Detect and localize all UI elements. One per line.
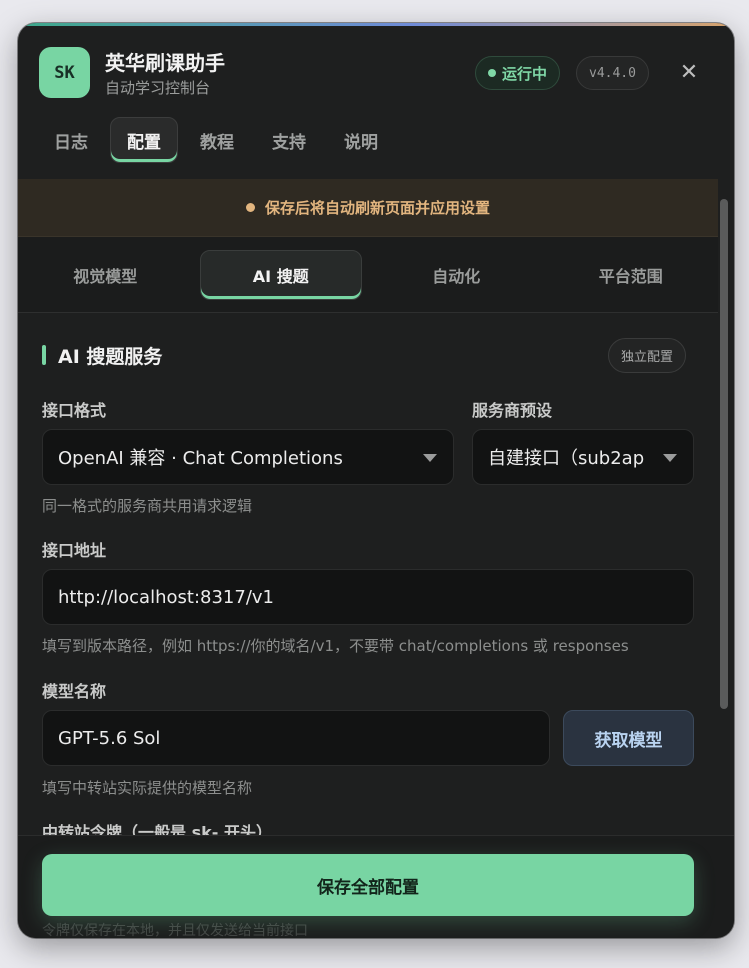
app-logo: SK [39, 47, 90, 98]
status-dot-icon [488, 69, 496, 77]
model-input-value: GPT-5.6 Sol [58, 727, 161, 749]
app-title: 英华刷课助手 [105, 51, 225, 75]
format-select[interactable]: OpenAI 兼容 · Chat Completions [42, 429, 454, 485]
save-notice: 保存后将自动刷新页面并应用设置 [18, 179, 718, 237]
model-input[interactable]: GPT-5.6 Sol [42, 710, 550, 766]
close-icon[interactable]: ✕ [677, 61, 701, 85]
footer-bar: 令牌仅保存在本地，并且仅发送给当前接口 保存全部配置 [18, 835, 734, 938]
accent-line [18, 23, 734, 26]
version-badge: v4.4.0 [576, 56, 649, 90]
assistant-panel: SK 英华刷课助手 自动学习控制台 运行中 v4.4.0 ✕ 日志 配置 教程 … [18, 23, 734, 938]
tab-support[interactable]: 支持 [256, 117, 322, 163]
tab-tutorial[interactable]: 教程 [184, 117, 250, 163]
main-tabs: 日志 配置 教程 支持 说明 [38, 117, 394, 163]
tab-log[interactable]: 日志 [38, 117, 104, 163]
format-label: 接口格式 [42, 401, 107, 420]
tab-config[interactable]: 配置 [110, 117, 178, 163]
config-scroll-area[interactable]: 保存后将自动刷新页面并应用设置 视觉模型 AI 搜题 自动化 平台范围 AI 搜… [18, 179, 718, 835]
notice-dot-icon [245, 203, 255, 212]
independent-config-button[interactable]: 独立配置 [608, 338, 687, 373]
notice-text: 保存后将自动刷新页面并应用设置 [264, 199, 490, 217]
section-accent-bar [42, 345, 46, 365]
ai-search-form: 接口格式 服务商预设 OpenAI 兼容 · Chat Completions … [18, 397, 718, 835]
subtab-automation[interactable]: 自动化 [376, 250, 537, 300]
status-badge: 运行中 [475, 56, 561, 90]
subtab-platform-scope[interactable]: 平台范围 [551, 250, 712, 300]
fetch-models-button[interactable]: 获取模型 [563, 710, 694, 766]
scrollbar-thumb[interactable] [720, 199, 728, 709]
endpoint-input-value: http://localhost:8317/v1 [58, 586, 274, 608]
provider-label: 服务商预设 [472, 401, 553, 420]
chevron-down-icon [423, 454, 437, 462]
app-subtitle: 自动学习控制台 [105, 79, 211, 97]
model-hint: 填写中转站实际提供的模型名称 [42, 779, 253, 797]
endpoint-hint: 填写到版本路径，例如 https://你的域名/v1，不要带 chat/comp… [42, 637, 629, 655]
config-subtabs: 视觉模型 AI 搜题 自动化 平台范围 [18, 237, 718, 313]
subtab-ai-search[interactable]: AI 搜题 [199, 249, 362, 300]
subtab-vision-model[interactable]: 视觉模型 [25, 250, 186, 300]
save-all-button[interactable]: 保存全部配置 [42, 854, 694, 916]
token-hint-behind: 令牌仅保存在本地，并且仅发送给当前接口 [42, 923, 308, 938]
chevron-down-icon [663, 454, 677, 462]
endpoint-label: 接口地址 [42, 541, 107, 560]
provider-select[interactable]: 自建接口（sub2ap [472, 429, 694, 485]
format-select-value: OpenAI 兼容 · Chat Completions [58, 448, 343, 469]
section-title: AI 搜题服务 [58, 346, 163, 368]
section-header: AI 搜题服务 独立配置 [18, 313, 718, 397]
model-label: 模型名称 [42, 682, 107, 701]
endpoint-input[interactable]: http://localhost:8317/v1 [42, 569, 694, 625]
tab-about[interactable]: 说明 [328, 117, 394, 163]
token-label: 中转站令牌（一般是 sk- 开头） [42, 823, 272, 835]
status-label: 运行中 [502, 64, 548, 83]
format-hint: 同一格式的服务商共用请求逻辑 [42, 497, 253, 515]
provider-select-value: 自建接口（sub2ap [488, 448, 645, 469]
